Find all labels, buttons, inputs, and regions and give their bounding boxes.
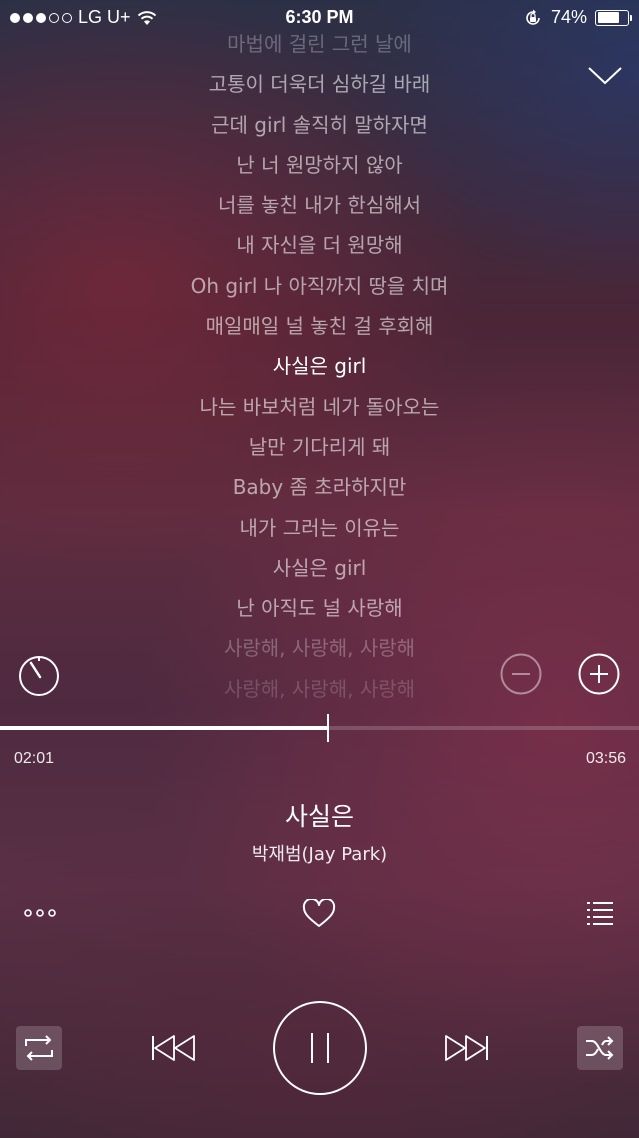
plus-circle-icon [578, 653, 620, 695]
lyric-line[interactable]: 난 아직도 널 사랑해 [0, 588, 639, 628]
like-button[interactable] [298, 894, 340, 934]
more-dots-icon [24, 909, 56, 917]
repeat-icon [25, 1035, 53, 1061]
lyric-line[interactable]: 사실은 girl [0, 548, 639, 588]
shuffle-button[interactable] [577, 1026, 623, 1070]
lyric-line-current[interactable]: 사실은 girl [0, 346, 639, 386]
lyrics-font-larger-button[interactable] [577, 652, 621, 696]
song-title: 사실은 [284, 802, 354, 831]
artist-name[interactable]: 박재범(Jay Park) [0, 840, 639, 866]
timer-icon [19, 656, 59, 696]
lyric-line[interactable]: 사랑해, 사랑해, 사랑해 [0, 628, 639, 668]
sleep-timer-button[interactable] [16, 652, 62, 698]
heart-icon [302, 899, 336, 927]
lyric-line[interactable]: Baby 좀 초라하지만 [0, 467, 639, 507]
progress-handle[interactable] [327, 714, 329, 742]
lyric-line[interactable]: 난 너 원망하지 않아 [0, 145, 639, 185]
lyric-line[interactable]: 너를 놓친 내가 한심해서 [0, 185, 639, 225]
playlist-icon [587, 902, 613, 925]
total-duration: 03:56 [585, 750, 626, 767]
lyric-line[interactable]: 고통이 더욱더 심하길 바래 [0, 64, 639, 104]
previous-button[interactable] [146, 1028, 200, 1068]
lyric-line[interactable]: Oh girl 나 아직까지 땅을 치며 [0, 266, 639, 306]
lyric-line[interactable]: 마법에 걸린 그런 날에 [0, 24, 639, 64]
lyric-line[interactable]: 근데 girl 솔직히 말하자면 [0, 105, 639, 145]
lyric-line[interactable]: 내 자신을 더 원망해 [0, 225, 639, 265]
lyric-line[interactable]: 내가 그러는 이유는 [0, 508, 639, 548]
previous-icon [152, 1035, 195, 1061]
lyrics-list[interactable]: 마법에 걸린 그런 날에 고통이 더욱더 심하길 바래 근데 girl 솔직히 말하… [0, 24, 639, 709]
repeat-button[interactable] [16, 1026, 62, 1070]
pause-icon [273, 1001, 367, 1095]
elapsed-time: 02:01 [14, 750, 55, 767]
lyric-line[interactable]: 매일매일 널 놓친 걸 후회해 [0, 306, 639, 346]
more-options-button[interactable] [18, 898, 62, 928]
lyrics-font-smaller-button[interactable] [499, 652, 543, 696]
lyric-line[interactable]: 나는 바보처럼 네가 돌아오는 [0, 387, 639, 427]
minus-circle-icon [500, 653, 542, 695]
lyric-line[interactable]: 날만 기다리게 돼 [0, 427, 639, 467]
playlist-button[interactable] [580, 896, 620, 930]
next-button[interactable] [440, 1028, 494, 1068]
progress-bar-fill [0, 726, 328, 730]
next-icon [445, 1035, 488, 1061]
shuffle-icon [586, 1036, 614, 1060]
pause-button[interactable] [272, 1000, 368, 1096]
lyric-line[interactable]: 사랑해, 사랑해, 사랑해 [0, 669, 639, 709]
